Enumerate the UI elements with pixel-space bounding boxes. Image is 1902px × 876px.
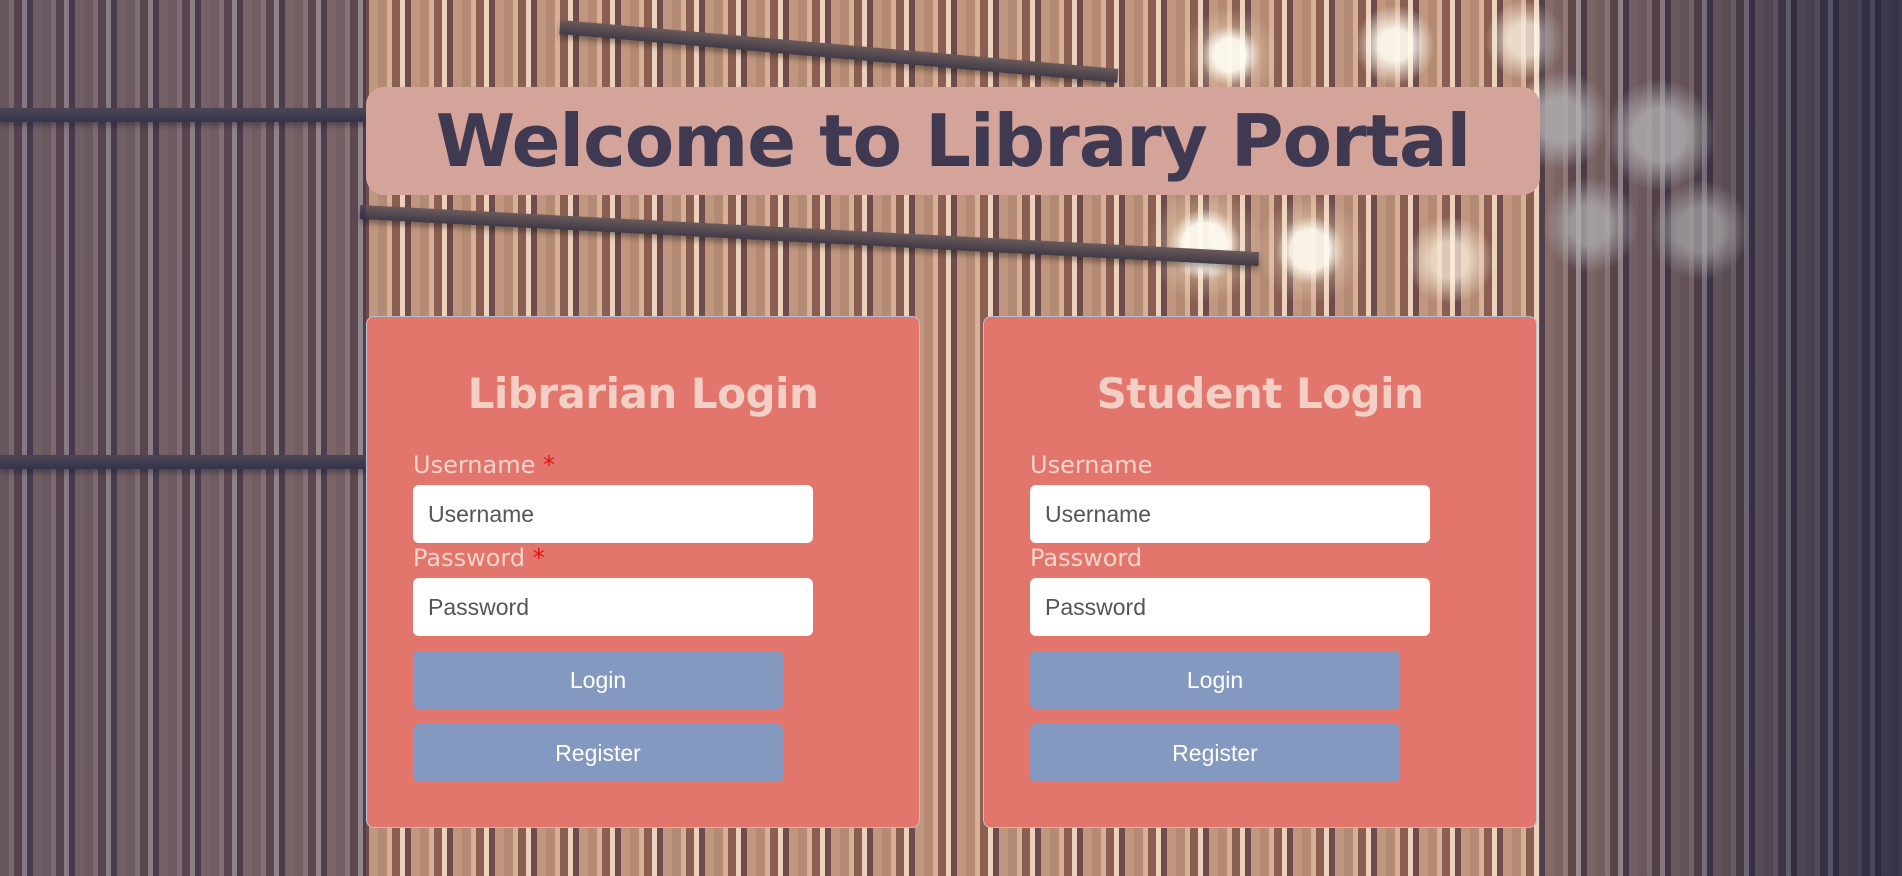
library-background: Welcome to Library Portal Librarian Logi…	[0, 0, 1902, 876]
librarian-password-input[interactable]	[413, 578, 813, 636]
student-login-title: Student Login	[1096, 369, 1424, 418]
student-login-card: Student Login Username Password Login Re…	[983, 316, 1537, 828]
librarian-password-label: Password *	[413, 544, 545, 572]
shelf-decoration	[359, 205, 1260, 267]
student-login-button[interactable]: Login	[1030, 651, 1400, 709]
left-shade	[0, 0, 366, 876]
student-username-label: Username	[1030, 451, 1152, 479]
student-register-button[interactable]: Register	[1030, 724, 1400, 782]
student-username-input[interactable]	[1030, 485, 1430, 543]
shelf-decoration	[559, 20, 1119, 83]
librarian-username-input[interactable]	[413, 485, 813, 543]
student-username-label-text: Username	[1030, 451, 1153, 479]
required-asterisk: *	[542, 451, 555, 479]
librarian-login-title: Librarian Login	[467, 369, 819, 418]
right-shade	[1540, 0, 1902, 876]
librarian-username-label: Username *	[413, 451, 555, 479]
student-password-label-text: Password	[1030, 544, 1143, 572]
header-banner: Welcome to Library Portal	[366, 87, 1540, 195]
librarian-password-label-text: Password	[413, 544, 526, 572]
student-password-label: Password	[1030, 544, 1142, 572]
librarian-username-label-text: Username	[413, 451, 536, 479]
page-title: Welcome to Library Portal	[435, 99, 1472, 183]
librarian-login-card: Librarian Login Username * Password * Lo…	[366, 316, 920, 828]
required-asterisk: *	[532, 544, 545, 572]
student-password-input[interactable]	[1030, 578, 1430, 636]
librarian-login-button[interactable]: Login	[413, 651, 783, 709]
librarian-register-button[interactable]: Register	[413, 724, 783, 782]
